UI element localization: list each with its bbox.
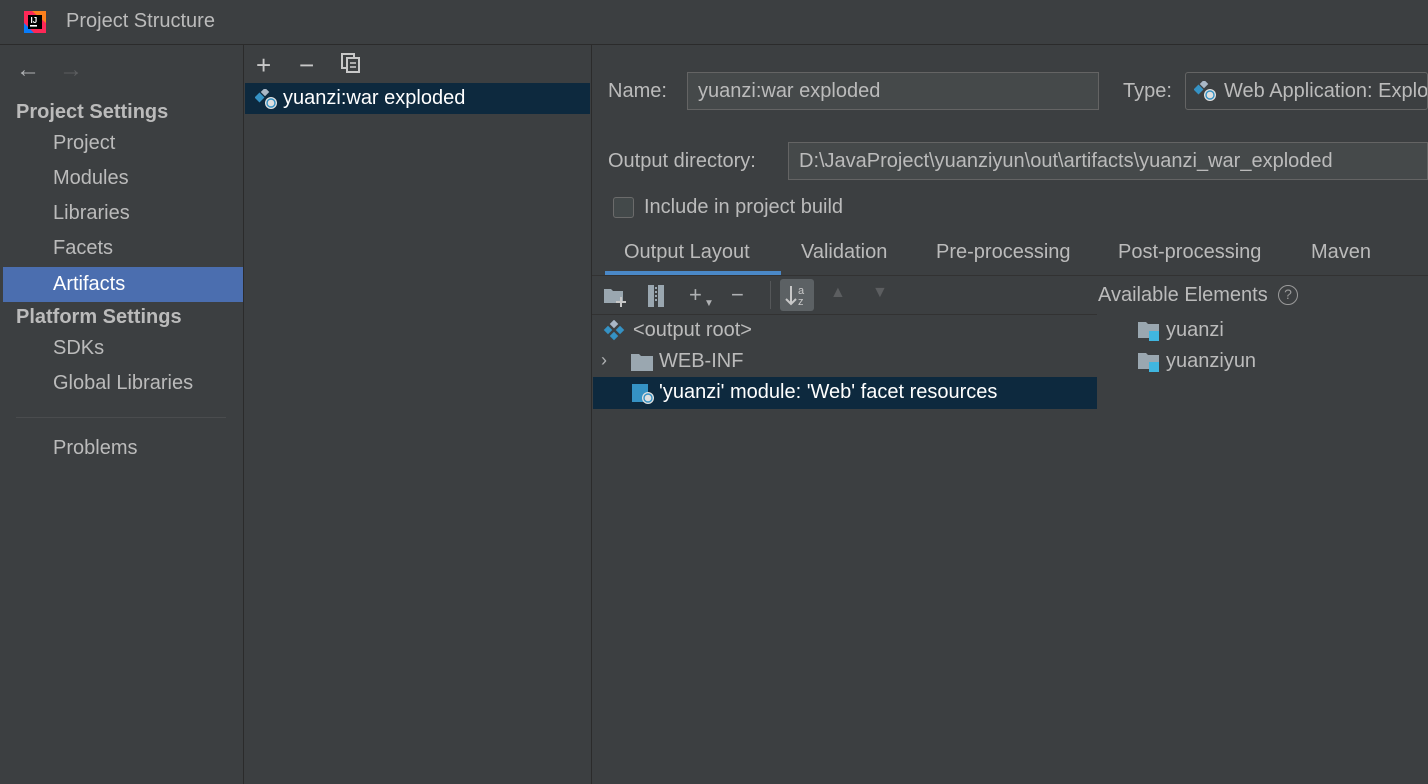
sidebar-item-problems[interactable]: Problems (3, 431, 243, 466)
artifact-list-item-label: yuanzi:war exploded (283, 87, 466, 109)
window-title: Project Structure (66, 10, 215, 32)
add-element-button[interactable]: + (689, 282, 702, 308)
name-label: Name: (608, 80, 667, 102)
tabs-divider (592, 275, 1428, 276)
output-directory-label: Output directory: (608, 150, 756, 172)
sidebar-item-artifacts[interactable]: Artifacts (3, 267, 243, 302)
output-root-node[interactable]: <output root> (633, 319, 752, 342)
artifacts-list-pane (244, 45, 592, 784)
sort-elements-button[interactable]: a z (780, 279, 814, 311)
web-artifact-icon (1194, 81, 1216, 101)
tab-post-processing[interactable]: Post-processing (1118, 241, 1261, 264)
sort-alphabetically-icon: a z (785, 285, 805, 308)
toolbar-separator (770, 281, 771, 309)
output-root-icon (603, 320, 625, 341)
help-icon[interactable]: ? (1278, 285, 1298, 305)
sidebar-divider (16, 417, 226, 418)
web-facet-icon (632, 384, 654, 404)
tab-pre-processing[interactable]: Pre-processing (936, 241, 1071, 264)
remove-element-button[interactable]: − (731, 282, 744, 308)
tab-maven[interactable]: Maven (1311, 241, 1371, 264)
web-inf-node[interactable]: WEB-INF (659, 350, 743, 373)
move-up-icon[interactable]: ▲ (830, 284, 846, 302)
tab-output-layout[interactable]: Output Layout (624, 241, 750, 264)
svg-text:IJ: IJ (31, 16, 38, 25)
type-select[interactable]: Web Application: Exploded (1185, 72, 1428, 110)
sidebar-item-global-libraries[interactable]: Global Libraries (3, 366, 243, 401)
type-label: Type: (1123, 80, 1172, 102)
copy-icon[interactable] (340, 52, 362, 74)
project-settings-header: Project Settings (16, 101, 169, 123)
web-artifact-icon (255, 89, 277, 109)
include-in-build-label[interactable]: Include in project build (644, 196, 843, 219)
platform-settings-header: Platform Settings (16, 306, 182, 328)
svg-text:z: z (798, 296, 804, 308)
sidebar-item-libraries[interactable]: Libraries (3, 196, 243, 231)
arrow-left-icon[interactable]: ← (16, 56, 40, 84)
available-element-yuanziyun[interactable]: yuanziyun (1166, 350, 1256, 373)
chevron-right-icon[interactable]: › (601, 350, 607, 371)
sidebar-item-facets[interactable]: Facets (3, 231, 243, 266)
sidebar-item-sdks[interactable]: SDKs (3, 331, 243, 366)
tab-validation[interactable]: Validation (801, 241, 887, 264)
dropdown-arrow-icon: ▼ (704, 298, 714, 309)
available-element-yuanzi[interactable]: yuanzi (1166, 319, 1224, 342)
arrow-right-icon[interactable]: → (59, 56, 83, 84)
output-directory-input[interactable]: D:\JavaProject\yuanziyun\out\artifacts\y… (788, 142, 1428, 180)
layout-tree-divider (592, 314, 1097, 315)
module-folder-icon (1138, 322, 1159, 341)
intellij-logo-icon: IJ (24, 11, 46, 33)
title-bar: IJ Project Structure (0, 0, 1428, 45)
new-archive-icon[interactable] (646, 284, 666, 308)
sidebar-item-project[interactable]: Project (3, 126, 243, 161)
add-artifact-button[interactable]: + (256, 50, 271, 81)
new-directory-icon[interactable] (603, 286, 627, 308)
remove-artifact-button[interactable]: − (299, 50, 314, 81)
facet-resources-node: 'yuanzi' module: 'Web' facet resources (659, 381, 998, 403)
name-input[interactable]: yuanzi:war exploded (687, 72, 1099, 110)
sidebar-item-modules[interactable]: Modules (3, 161, 243, 196)
include-in-build-checkbox[interactable] (613, 197, 634, 218)
move-down-icon[interactable]: ▼ (872, 284, 888, 302)
folder-icon (631, 354, 653, 371)
module-folder-icon (1138, 353, 1159, 372)
type-select-value: Web Application: Exploded (1224, 80, 1428, 102)
available-elements-title: Available Elements (1098, 284, 1268, 306)
